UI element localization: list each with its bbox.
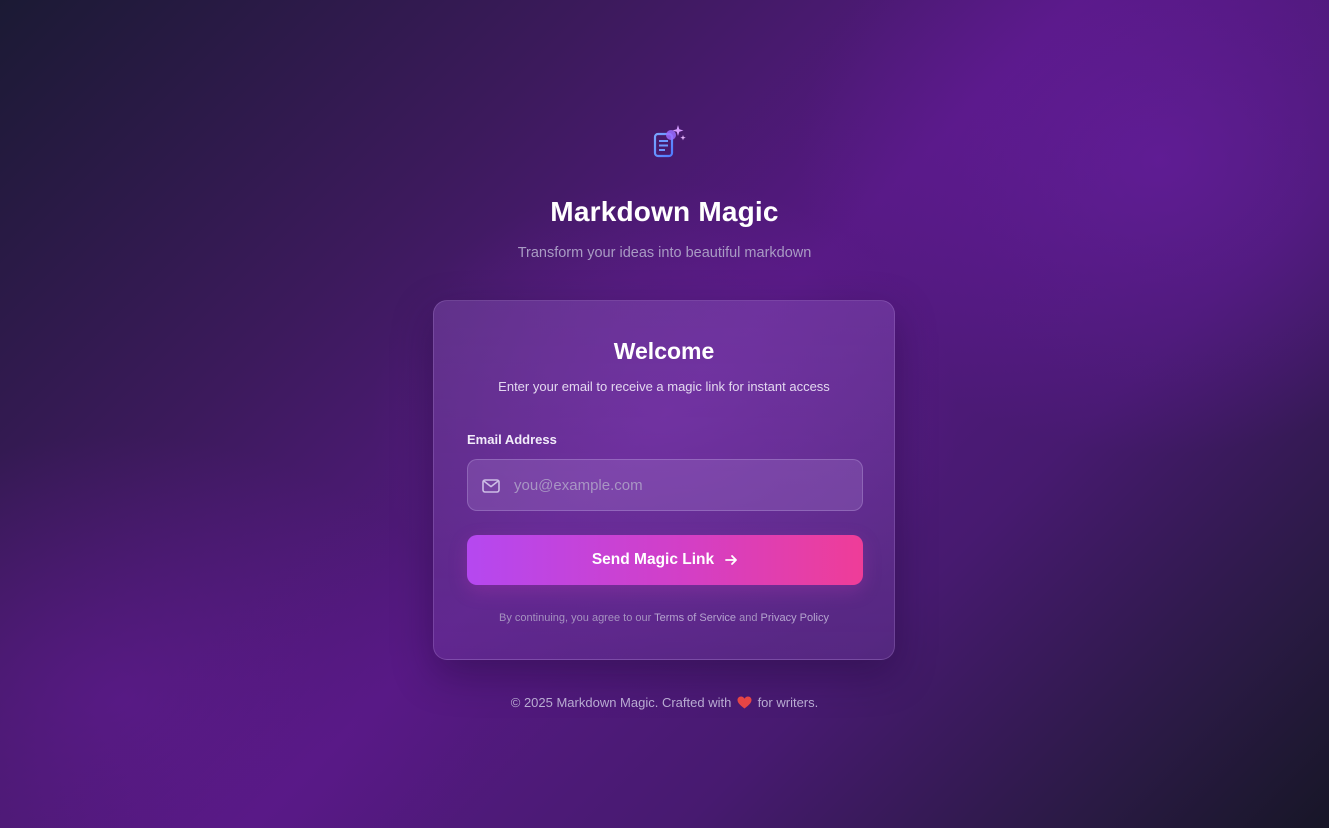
legal-notice: By continuing, you agree to our Terms of… — [434, 612, 894, 624]
arrow-right-icon — [724, 553, 738, 567]
login-page: Markdown Magic Transform your ideas into… — [0, 0, 1329, 828]
email-field-label: Email Address — [467, 432, 557, 447]
mail-icon — [481, 476, 501, 496]
app-title: Markdown Magic — [550, 196, 779, 227]
footer-text-after: for writers. — [757, 695, 819, 710]
send-magic-link-button[interactable]: Send Magic Link — [467, 535, 863, 585]
legal-conjunction: and — [736, 612, 761, 624]
email-input[interactable] — [514, 460, 854, 510]
document-sparkle-icon — [650, 124, 690, 164]
legal-prefix: By continuing, you agree to our — [499, 612, 655, 624]
footer: © 2025 Markdown Magic. Crafted with for … — [0, 695, 1329, 710]
footer-text-before: © 2025 Markdown Magic. Crafted with — [510, 695, 732, 710]
login-card: Welcome Enter your email to receive a ma… — [433, 300, 895, 660]
card-description: Enter your email to receive a magic link… — [498, 379, 830, 394]
send-magic-link-label: Send Magic Link — [591, 551, 715, 568]
heart-icon — [737, 696, 752, 709]
app-subtitle: Transform your ideas into beautiful mark… — [517, 245, 812, 261]
email-field-container — [467, 459, 863, 511]
terms-of-service-link[interactable]: Terms of Service — [654, 612, 736, 624]
card-title: Welcome — [613, 338, 715, 364]
privacy-policy-link[interactable]: Privacy Policy — [761, 612, 829, 624]
